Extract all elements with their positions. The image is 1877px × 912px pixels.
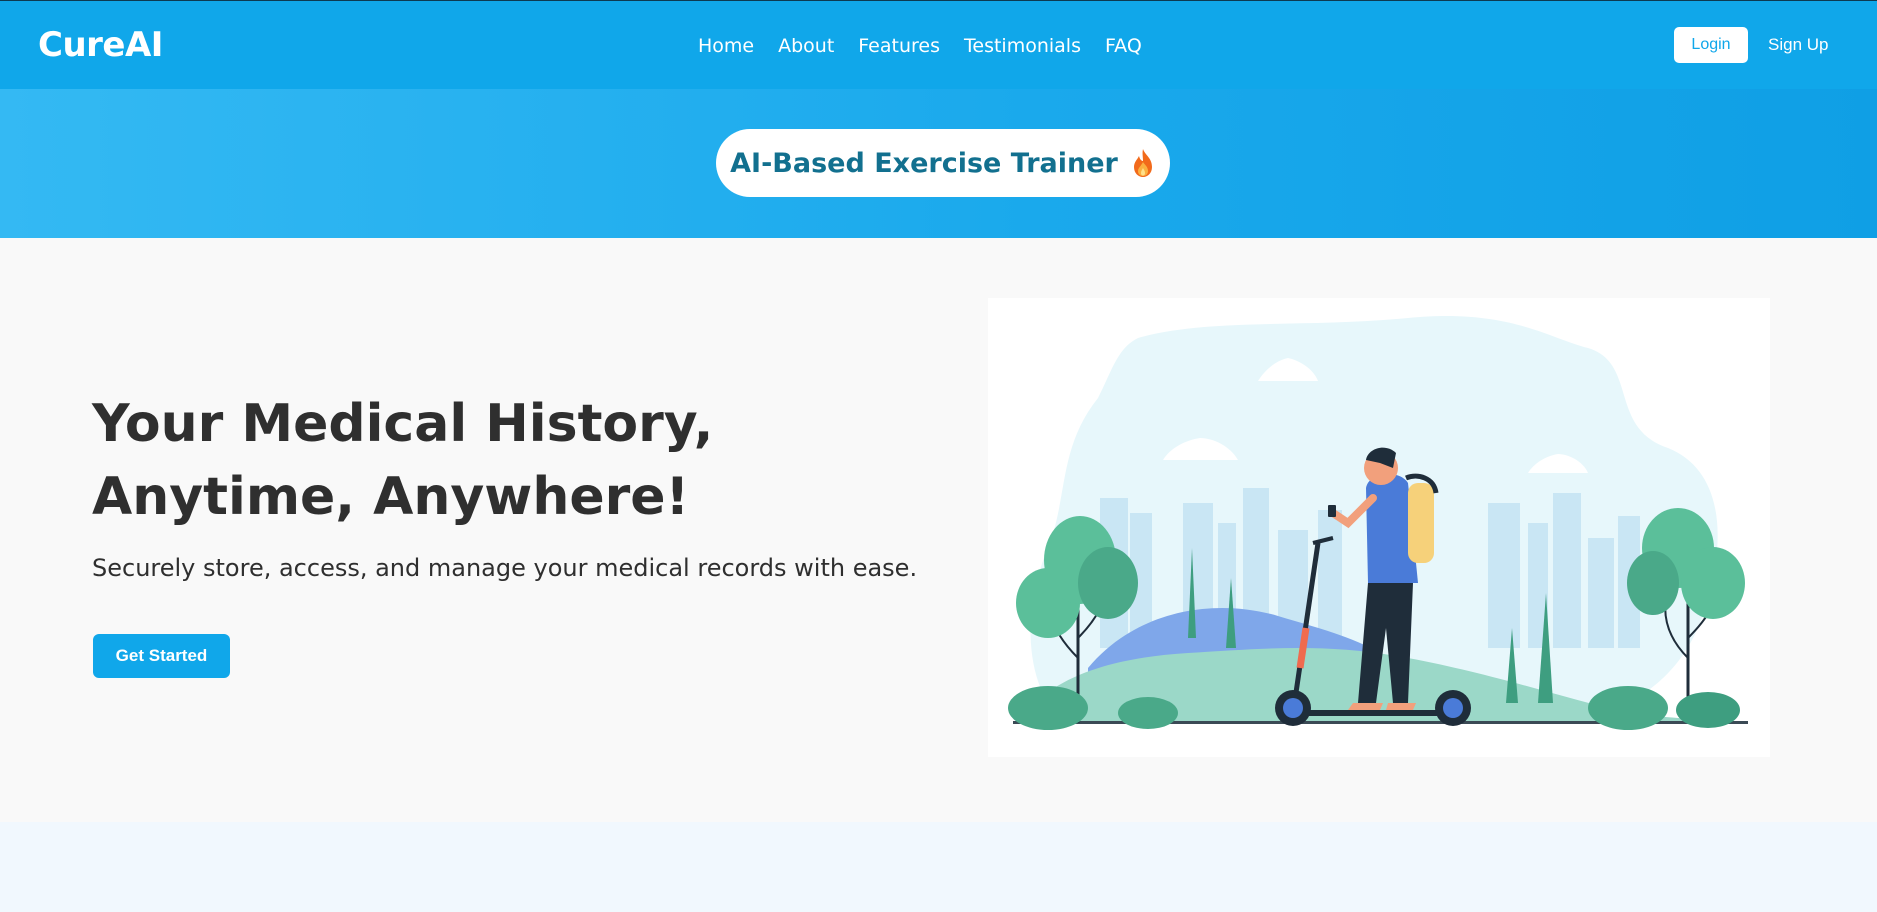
hero-section: Your Medical History, Anytime, Anywhere!… [0,238,1877,822]
promo-band: AI-Based Exercise Trainer [0,89,1877,238]
hero-illustration [988,298,1770,757]
hero-title: Your Medical History, Anytime, Anywhere! [92,394,714,527]
nav-link-faq[interactable]: FAQ [1105,35,1142,57]
get-started-button[interactable]: Get Started [93,634,230,678]
person-on-scooter-illustration [1008,315,1748,730]
fire-icon [1130,148,1156,178]
nav-link-about[interactable]: About [778,35,834,57]
login-button[interactable]: Login [1674,27,1748,63]
hero-subtitle: Securely store, access, and manage your … [92,554,918,582]
nav-link-testimonials[interactable]: Testimonials [964,35,1081,57]
signup-button[interactable]: Sign Up [1768,27,1828,63]
exercise-trainer-pill[interactable]: AI-Based Exercise Trainer [716,129,1170,197]
top-navbar: CureAI Home About Features Testimonials … [0,0,1877,89]
promo-label: AI-Based Exercise Trainer [730,147,1118,179]
nav-link-features[interactable]: Features [858,35,940,57]
nav-links: Home About Features Testimonials FAQ [698,35,1142,57]
nav-link-home[interactable]: Home [698,35,754,57]
brand-logo[interactable]: CureAI [38,25,163,65]
next-section-band [0,822,1877,912]
